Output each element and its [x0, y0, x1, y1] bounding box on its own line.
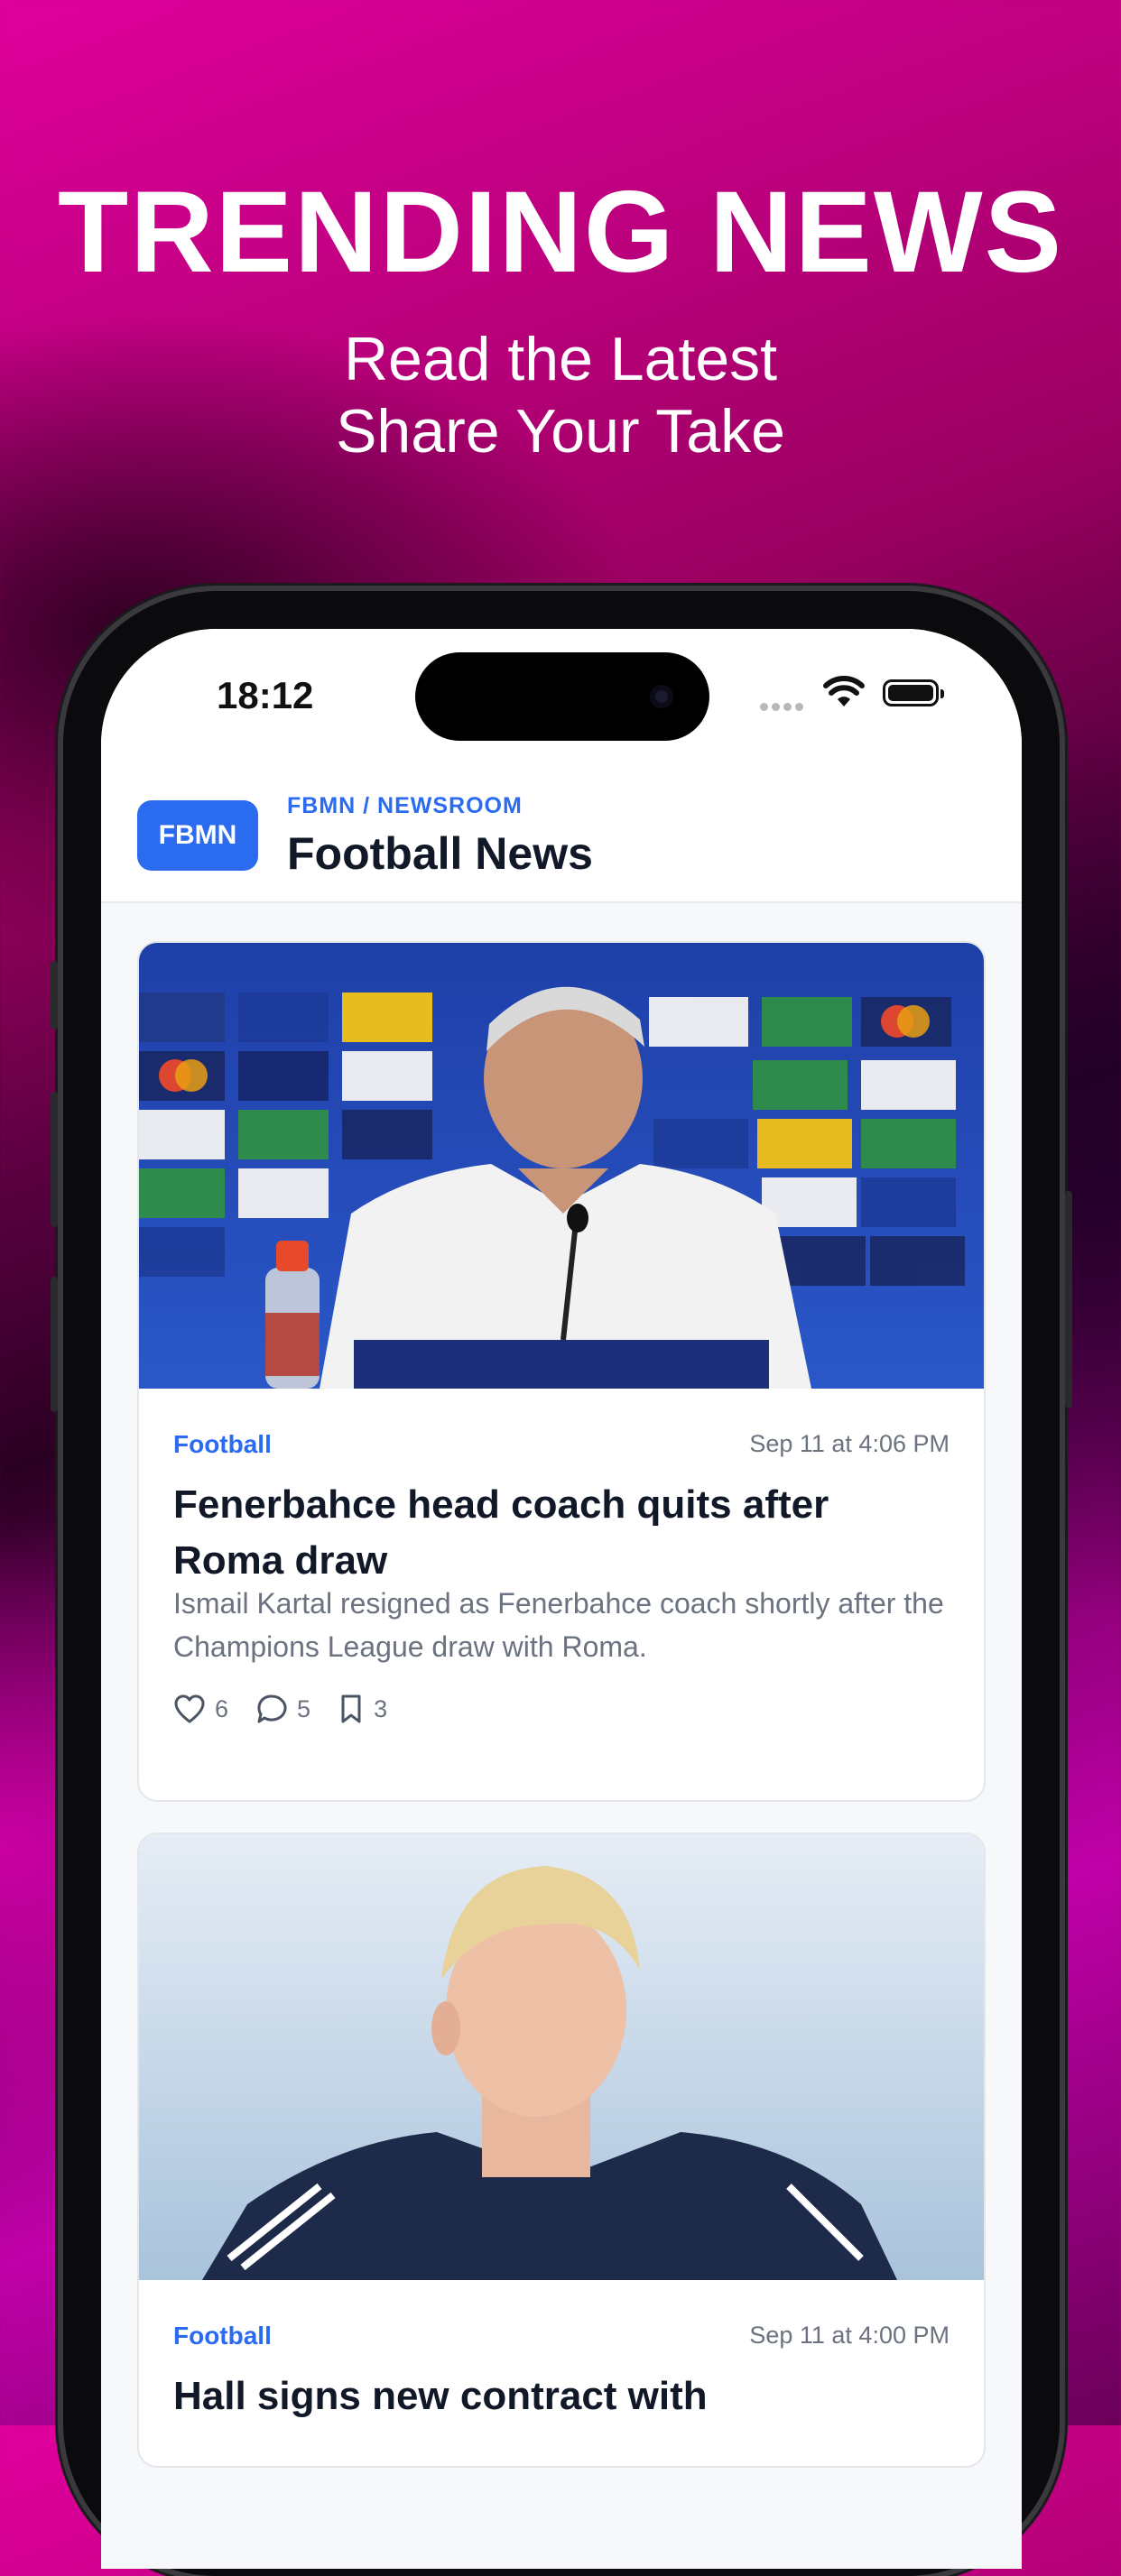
comment-count: 5: [297, 1694, 311, 1722]
page-title: Football News: [287, 828, 593, 879]
dynamic-island: [415, 652, 709, 741]
article-card[interactable]: Football Sep 11 at 4:06 PM Fenerbahce he…: [137, 941, 986, 1802]
article-headline[interactable]: Fenerbahce head coach quits after Roma d…: [173, 1477, 950, 1589]
article-image[interactable]: [139, 1834, 984, 2280]
article-timestamp: Sep 11 at 4:00 PM: [749, 2322, 950, 2349]
phone-side-button: [1065, 1191, 1072, 1408]
bookmark-icon: [341, 1694, 361, 1723]
heart-icon: [174, 1694, 205, 1723]
breadcrumb[interactable]: FBMN / NEWSROOM: [287, 793, 523, 819]
status-bar: 18:12: [101, 629, 1022, 764]
like-button[interactable]: 6: [173, 1694, 228, 1724]
article-card[interactable]: Football Sep 11 at 4:00 PM Hall signs ne…: [137, 1833, 986, 2468]
front-camera-icon: [650, 685, 673, 708]
battery-icon: [883, 679, 944, 706]
wifi-icon: [823, 676, 865, 706]
phone-volume-down-button: [51, 1277, 58, 1412]
article-excerpt: Ismail Kartal resigned as Fenerbahce coa…: [173, 1587, 944, 1663]
bookmark-button[interactable]: 3: [338, 1694, 387, 1724]
app-header: FBMN FBMN / NEWSROOM Football News: [101, 764, 1022, 903]
phone-volume-up-button: [51, 1092, 58, 1227]
comment-icon: [257, 1694, 287, 1723]
article-image[interactable]: [139, 943, 984, 1389]
player-portrait-photo: [139, 1834, 984, 2280]
article-headline[interactable]: Hall signs new contract with: [173, 2368, 950, 2424]
bookmark-count: 3: [374, 1694, 388, 1722]
press-conference-photo: [139, 943, 984, 1389]
article-category[interactable]: Football: [173, 2322, 272, 2350]
phone-action-button: [51, 961, 58, 1029]
hero-subtitle-line-1: Read the Latest: [343, 325, 778, 393]
article-category[interactable]: Football: [173, 1430, 272, 1459]
status-time: 18:12: [217, 674, 314, 716]
app-logo[interactable]: FBMN: [137, 800, 258, 871]
cellular-signal-icon: [760, 699, 807, 716]
phone-screen: 18:12 FBMN FBMN / NEWSROOM Football News: [101, 629, 1022, 2569]
comment-button[interactable]: 5: [255, 1694, 310, 1724]
phone-frame: 18:12 FBMN FBMN / NEWSROOM Football News: [51, 591, 1072, 2576]
article-actions: 6 5 3: [173, 1694, 387, 1724]
like-count: 6: [215, 1694, 229, 1722]
hero-title: TRENDING NEWS: [58, 168, 1063, 297]
article-timestamp: Sep 11 at 4:06 PM: [749, 1430, 950, 1457]
hero-subtitle-line-2: Share Your Take: [336, 397, 785, 466]
